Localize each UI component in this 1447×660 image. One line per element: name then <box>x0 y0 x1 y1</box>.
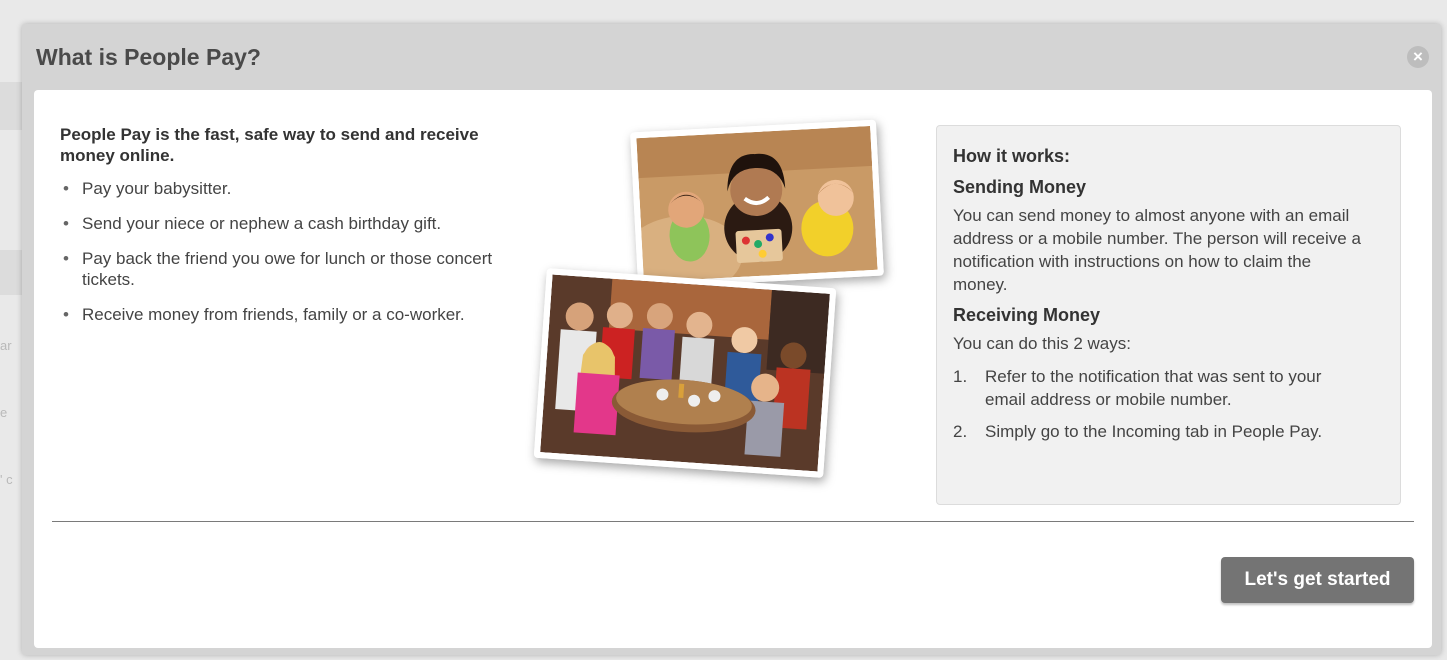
receiving-steps-list: 1. Refer to the notification that was se… <box>953 365 1363 443</box>
kids-photo <box>630 119 884 289</box>
list-item: Send your niece or nephew a cash birthda… <box>60 213 510 234</box>
list-item: Pay back the friend you owe for lunch or… <box>60 248 510 290</box>
benefit-list: Pay your babysitter. Send your niece or … <box>60 178 510 325</box>
list-item: Pay your babysitter. <box>60 178 510 199</box>
background-text: ar <box>0 338 12 353</box>
list-item: Receive money from friends, family or a … <box>60 304 510 325</box>
step-text: Refer to the notification that was sent … <box>985 367 1322 409</box>
lets-get-started-button[interactable]: Let's get started <box>1221 557 1414 603</box>
people-pay-modal: What is People Pay? × People Pay is the … <box>22 24 1441 655</box>
close-icon[interactable]: × <box>1407 46 1429 68</box>
how-it-works-panel: How it works: Sending Money You can send… <box>936 125 1401 505</box>
intro-heading: People Pay is the fast, safe way to send… <box>60 125 479 165</box>
list-item: 1. Refer to the notification that was se… <box>953 365 1363 411</box>
how-it-works-title: How it works: <box>953 146 1071 166</box>
background-page-strip <box>0 250 22 295</box>
receiving-money-title: Receiving Money <box>953 305 1101 325</box>
receiving-money-intro: You can do this 2 ways: <box>953 334 1131 353</box>
step-number: 2. <box>953 422 968 441</box>
background-text: ' c <box>0 472 13 487</box>
list-item: 2. Simply go to the Incoming tab in Peop… <box>953 420 1363 443</box>
modal-title: What is People Pay? <box>36 44 261 70</box>
sending-money-title: Sending Money <box>953 177 1087 197</box>
background-text: e <box>0 405 8 420</box>
background-page-strip <box>0 82 22 130</box>
group-dinner-photo <box>533 268 837 478</box>
intro-section: People Pay is the fast, safe way to send… <box>60 124 510 339</box>
step-number: 1. <box>953 367 968 386</box>
sending-money-text: You can send money to almost anyone with… <box>953 206 1361 294</box>
modal-body: People Pay is the fast, safe way to send… <box>34 90 1432 648</box>
divider <box>52 521 1414 522</box>
step-text: Simply go to the Incoming tab in People … <box>985 422 1323 441</box>
